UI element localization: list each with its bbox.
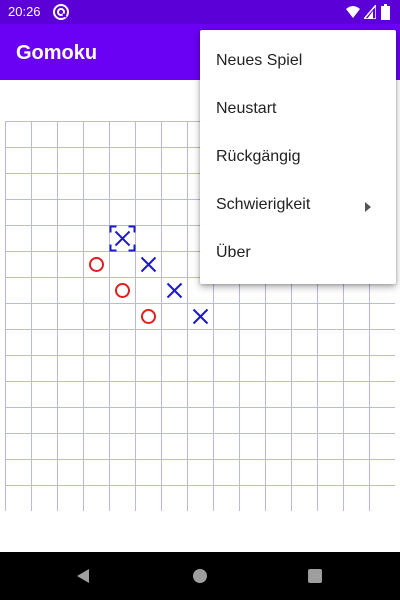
o-stone: [141, 309, 156, 324]
menu-item-label: Neustart: [216, 100, 277, 117]
o-stone: [89, 257, 104, 272]
wifi-icon: [346, 6, 360, 18]
app-title: Gomoku: [16, 42, 98, 64]
overflow-menu: Neues Spiel Neustart Rückgängig Schwieri…: [200, 30, 396, 284]
menu-item-restart[interactable]: Neustart: [200, 86, 396, 134]
x-stone: [192, 308, 209, 325]
back-icon[interactable]: [73, 566, 93, 586]
notification-app-icon: [53, 4, 69, 20]
x-stone: [166, 282, 183, 299]
x-stone: [140, 256, 157, 273]
battery-icon: [381, 4, 390, 20]
menu-item-about[interactable]: Über: [200, 230, 396, 278]
x-stone: [114, 230, 131, 247]
status-bar: 20:26: [0, 0, 400, 24]
signal-icon: [364, 5, 376, 19]
menu-item-label: Über: [216, 244, 251, 261]
menu-item-new-game[interactable]: Neues Spiel: [200, 38, 396, 86]
menu-item-undo[interactable]: Rückgängig: [200, 134, 396, 182]
menu-item-label: Neues Spiel: [216, 52, 303, 69]
submenu-arrow-icon: [365, 202, 371, 212]
menu-item-difficulty[interactable]: Schwierigkeit: [200, 182, 396, 230]
status-time: 20:26: [8, 4, 41, 19]
navigation-bar: [0, 552, 400, 600]
recents-icon[interactable]: [305, 566, 325, 586]
menu-item-label: Rückgängig: [216, 148, 301, 165]
menu-item-label: Schwierigkeit: [216, 196, 311, 213]
home-icon[interactable]: [190, 566, 210, 586]
o-stone: [115, 283, 130, 298]
